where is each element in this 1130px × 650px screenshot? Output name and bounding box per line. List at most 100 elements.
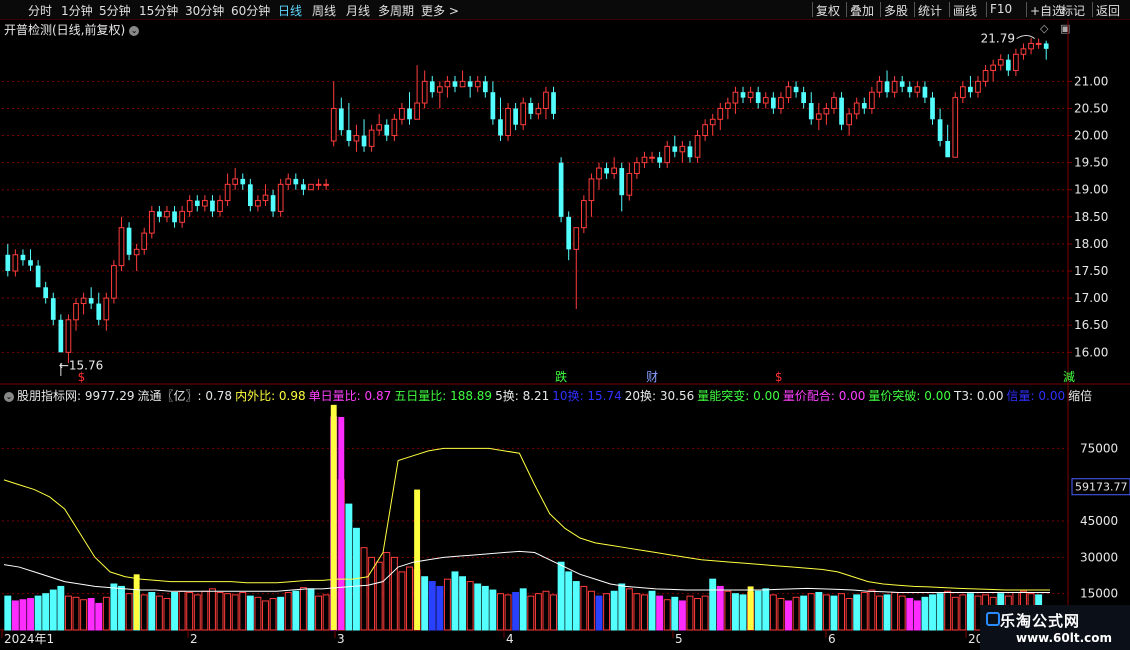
volume-bar: [777, 598, 785, 631]
volume-bar: [451, 571, 459, 631]
volume-bar: [822, 594, 830, 631]
price-tick-label: 20.00: [1074, 129, 1108, 143]
candle-body: [240, 178, 246, 185]
volume-bar: [557, 561, 565, 631]
volume-bar: [936, 593, 944, 631]
indicator-item-6: 10换: 15.74: [552, 389, 622, 403]
volume-bar: [694, 598, 701, 631]
volume-bar: [534, 593, 542, 631]
candle-body: [937, 119, 943, 141]
volume-bar: [845, 598, 853, 631]
candle-body: [429, 81, 435, 93]
volume-bar: [155, 595, 163, 631]
volume-bar: [792, 596, 800, 631]
candle-body: [762, 97, 769, 104]
candle-body: [490, 92, 496, 120]
candle-body: [202, 200, 208, 207]
candle-body: [103, 297, 110, 321]
volume-spike: [133, 574, 140, 630]
candle-body: [186, 200, 193, 212]
volume-bar: [428, 581, 436, 631]
candle-body: [73, 303, 79, 321]
price-tick-label: 19.50: [1074, 156, 1108, 170]
kline-chart[interactable]: 21.00 20.50 20.00 19.50 19.00 18.50 18.00 17.50…: [0, 0, 1130, 650]
volume-bar: [906, 598, 914, 631]
candle-body: [421, 80, 428, 104]
volume-bar: [459, 576, 467, 631]
candle-body: [793, 86, 799, 93]
candle-body: [157, 211, 162, 217]
candle-body: [990, 64, 997, 72]
volume-bar: [489, 589, 497, 631]
candle-body: [785, 86, 792, 99]
high-price-label: 21.79: [981, 32, 1015, 46]
candle-body: [467, 81, 473, 87]
price-tick-label: 19.00: [1074, 183, 1108, 197]
volume-bar: [171, 591, 178, 631]
high-pointer: [1016, 35, 1035, 39]
volume-bar: [178, 590, 186, 631]
candle-body: [164, 210, 170, 218]
volume-bar: [292, 590, 300, 631]
candle-body: [596, 167, 602, 180]
x-axis-label: 5: [675, 632, 683, 646]
volume-bar: [208, 588, 216, 631]
candle-body: [452, 81, 458, 87]
candle-body: [1005, 59, 1011, 71]
ma-line-yellow: [3, 447, 1050, 591]
volume-bar: [110, 583, 118, 631]
volume-bar: [580, 585, 588, 631]
price-tick-label: 20.50: [1074, 101, 1108, 115]
candle-body: [126, 227, 132, 255]
candle-body: [35, 265, 41, 288]
candle-body: [899, 81, 905, 87]
candle-body: [133, 248, 140, 256]
volume-bar: [618, 583, 626, 631]
volume-bar: [868, 589, 876, 631]
candle-body: [853, 102, 860, 115]
volume-bar: [830, 595, 838, 631]
volume-bar: [466, 581, 474, 631]
indicator-item-1: 流通〖亿〗: 0.78: [137, 389, 233, 403]
volume-bar: [231, 594, 239, 631]
volume-bar: [504, 594, 512, 631]
candle-body: [968, 86, 973, 93]
candle-body: [12, 254, 19, 272]
indicator-item-0: 股朋指标网: 9977.29: [17, 389, 135, 403]
indicator-item-10: 量价突破: 0.00: [868, 389, 951, 403]
candle-body: [1028, 42, 1034, 50]
volume-bar: [671, 596, 679, 631]
candle-body: [172, 211, 177, 223]
volume-bar: [125, 593, 133, 631]
volume-bar: [527, 595, 535, 631]
volume-bar: [686, 595, 694, 631]
volume-bar: [163, 598, 171, 631]
volume-bar: [731, 593, 739, 631]
volume-bar: [239, 591, 247, 631]
candle-body: [1020, 48, 1027, 55]
candle-body: [823, 107, 830, 115]
volume-bar: [572, 581, 580, 631]
candle-body: [884, 81, 890, 93]
volume-bar: [345, 503, 353, 631]
volume-bar: [193, 594, 201, 631]
volume-bar: [27, 598, 34, 631]
candle-body: [5, 254, 11, 272]
volume-bar: [724, 590, 732, 631]
candle-body: [247, 184, 253, 206]
volume-bar: [648, 590, 656, 631]
signal-marker: 跌: [555, 369, 567, 384]
volume-bar: [883, 594, 891, 631]
volume-bar: [443, 578, 451, 631]
volume-bar: [497, 593, 504, 631]
candle-body: [262, 194, 269, 202]
volume-bar: [224, 593, 232, 631]
signal-marker: 财: [646, 370, 658, 384]
chevron-down-icon[interactable]: ⌄: [4, 391, 14, 402]
volume-bar: [421, 576, 429, 631]
volume-bar: [87, 598, 95, 631]
candle-body: [338, 108, 344, 131]
candle-body: [755, 92, 761, 104]
candle-body: [952, 97, 959, 158]
volume-tick-label: 30000: [1080, 550, 1118, 564]
